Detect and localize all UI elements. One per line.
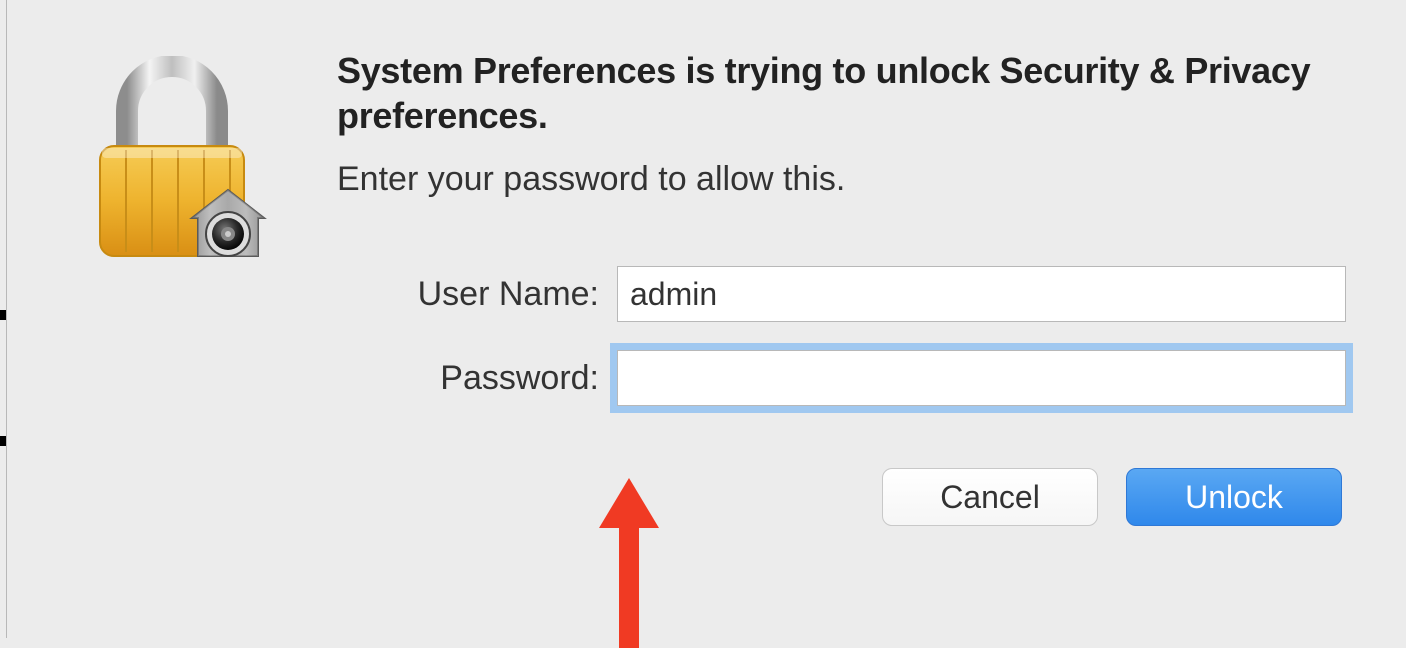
dialog-button-row: Cancel Unlock — [357, 468, 1346, 526]
dialog-header-row: System Preferences is trying to unlock S… — [67, 48, 1346, 266]
username-row: User Name: — [357, 266, 1346, 322]
username-field[interactable] — [617, 266, 1346, 322]
auth-dialog: System Preferences is trying to unlock S… — [6, 0, 1406, 638]
dialog-headline: System Preferences is trying to unlock S… — [337, 48, 1346, 138]
cancel-button[interactable]: Cancel — [882, 468, 1098, 526]
auth-form: User Name: Password: Cancel Unlock — [357, 266, 1346, 526]
dialog-subline: Enter your password to allow this. — [337, 160, 1346, 199]
password-label: Password: — [357, 359, 617, 398]
dialog-text-column: System Preferences is trying to unlock S… — [337, 48, 1346, 249]
lock-icon — [67, 48, 287, 266]
username-label: User Name: — [357, 275, 617, 314]
password-row: Password: — [357, 350, 1346, 406]
password-field[interactable] — [617, 350, 1346, 406]
unlock-button[interactable]: Unlock — [1126, 468, 1342, 526]
